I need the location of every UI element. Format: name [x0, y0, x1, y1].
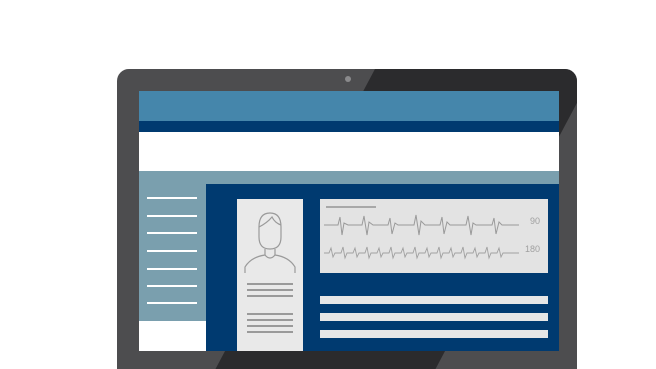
- second-vital-value: 180: [524, 244, 540, 254]
- app-header-accent: [139, 121, 559, 132]
- main-panel: 90 180: [206, 184, 559, 351]
- content-top-strip: [206, 171, 559, 184]
- app-toolbar: [139, 132, 559, 171]
- profile-text-line: [247, 313, 293, 315]
- pulse-waveform-icon: [324, 246, 519, 260]
- sidebar: [139, 171, 206, 321]
- vitals-monitor-panel: 90 180: [320, 199, 548, 273]
- list-item[interactable]: [320, 313, 548, 321]
- sidebar-item-5[interactable]: [147, 268, 197, 270]
- sidebar-item-1[interactable]: [147, 197, 197, 199]
- vitals-title-line: [326, 206, 376, 208]
- sidebar-item-7[interactable]: [147, 302, 197, 304]
- user-avatar-icon: [244, 212, 296, 273]
- laptop-illustration: 90 180: [117, 69, 577, 369]
- profile-text-line: [247, 283, 293, 285]
- list-item[interactable]: [320, 296, 548, 304]
- sidebar-item-6[interactable]: [147, 285, 197, 287]
- list-item[interactable]: [320, 330, 548, 338]
- heart-rate-value: 90: [529, 216, 540, 226]
- heart-rate-waveform-icon: [324, 214, 519, 236]
- sidebar-item-2[interactable]: [147, 215, 197, 217]
- profile-text-line: [247, 319, 293, 321]
- app-header-bar: [139, 91, 559, 121]
- sidebar-item-3[interactable]: [147, 232, 197, 234]
- patient-profile-card[interactable]: [237, 199, 303, 351]
- profile-text-line: [247, 331, 293, 333]
- sidebar-item-4[interactable]: [147, 250, 197, 252]
- profile-text-line: [247, 295, 293, 297]
- profile-text-line: [247, 325, 293, 327]
- camera-icon: [345, 76, 351, 82]
- profile-text-line: [247, 289, 293, 291]
- laptop-screen: 90 180: [139, 91, 559, 351]
